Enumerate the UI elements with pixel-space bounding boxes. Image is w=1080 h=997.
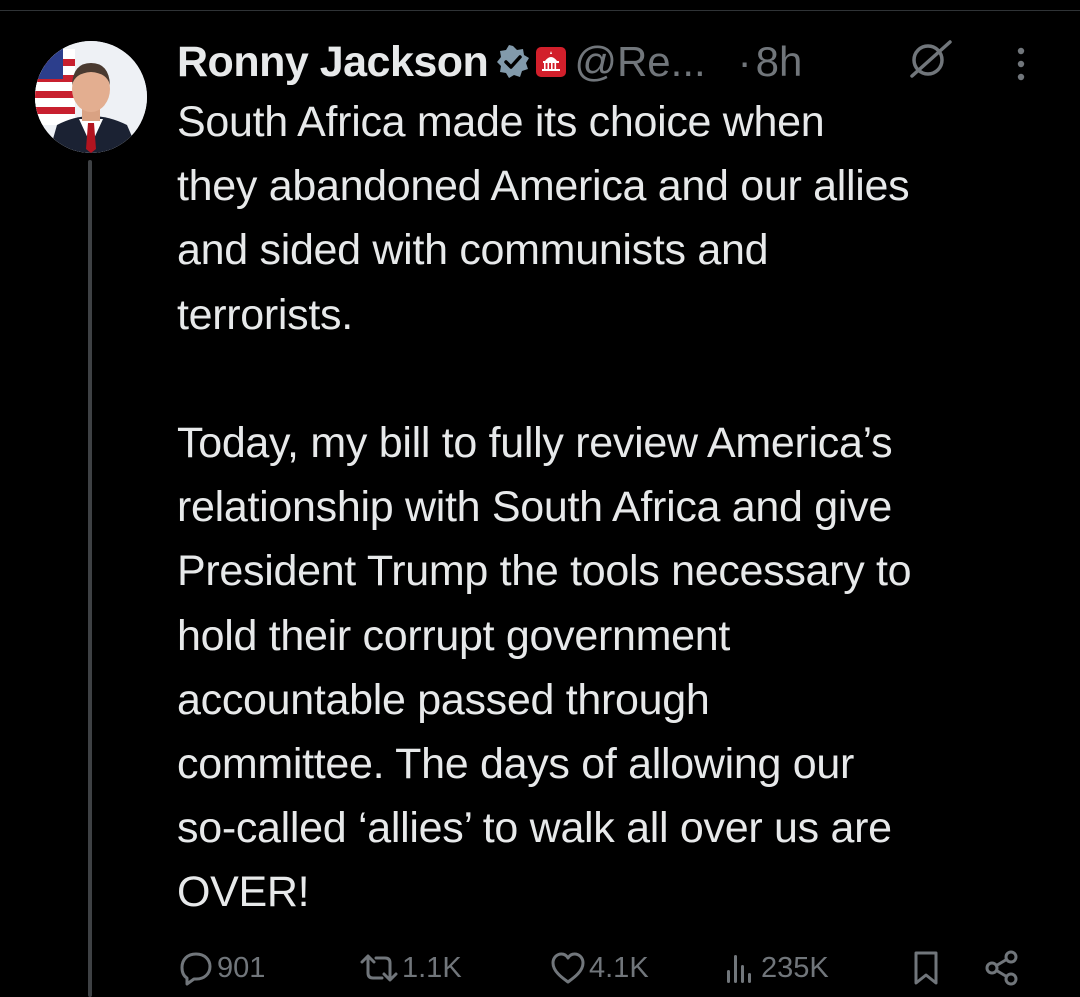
heart-icon <box>549 949 587 987</box>
reply-count: 901 <box>217 951 266 984</box>
post-text-line: OVER! <box>177 868 310 917</box>
thread-line <box>88 160 92 997</box>
reply-button[interactable]: 901 <box>177 945 265 991</box>
repost-icon <box>358 949 400 987</box>
post-timestamp[interactable]: 8h <box>756 38 803 86</box>
top-divider <box>0 10 1080 11</box>
post-text-line: they abandoned America and our allies <box>177 162 910 211</box>
views-chart-icon <box>721 949 759 987</box>
grok-icon[interactable] <box>904 40 954 80</box>
post-text-line: so-called ‘allies’ to walk all over us a… <box>177 804 892 853</box>
verified-badge-icon[interactable] <box>496 45 530 79</box>
avatar[interactable] <box>35 41 147 153</box>
repost-button[interactable]: 1.1K <box>358 945 462 991</box>
like-count: 4.1K <box>589 951 649 984</box>
capitol-badge-icon[interactable] <box>536 47 567 77</box>
post-text-line: accountable passed through <box>177 675 710 724</box>
post-text-line: Today, my bill to fully review America’s <box>177 418 893 467</box>
share-button[interactable] <box>982 945 1022 991</box>
views-count: 235K <box>761 951 829 984</box>
action-bar: 901 1.1K 4.1K 235K <box>177 945 1057 991</box>
more-options-icon[interactable] <box>1006 44 1036 84</box>
post-text-line: relationship with South Africa and give <box>177 483 892 532</box>
author-display-name[interactable]: Ronny Jackson <box>177 38 489 87</box>
post-text-line: terrorists. <box>177 290 353 339</box>
bookmark-icon <box>907 949 945 987</box>
post-text-line: hold their corrupt government <box>177 611 730 660</box>
repost-count: 1.1K <box>402 951 462 984</box>
share-icon <box>982 949 1022 987</box>
author-handle[interactable]: @Re... <box>574 38 705 86</box>
bookmark-button[interactable] <box>907 945 945 991</box>
avatar-photo-icon <box>35 41 147 153</box>
post-text: South Africa made its choice when they a… <box>177 90 1067 924</box>
post-text-line: and sided with communists and <box>177 226 769 275</box>
post-text-line: President Trump the tools necessary to <box>177 547 912 596</box>
like-button[interactable]: 4.1K <box>549 945 649 991</box>
post-text-line: South Africa made its choice when <box>177 98 825 146</box>
views-button[interactable]: 235K <box>721 945 829 991</box>
reply-icon <box>177 949 215 987</box>
paragraph-break <box>177 347 1067 411</box>
timestamp-separator: · <box>737 38 752 85</box>
post-text-line: committee. The days of allowing our <box>177 739 855 788</box>
